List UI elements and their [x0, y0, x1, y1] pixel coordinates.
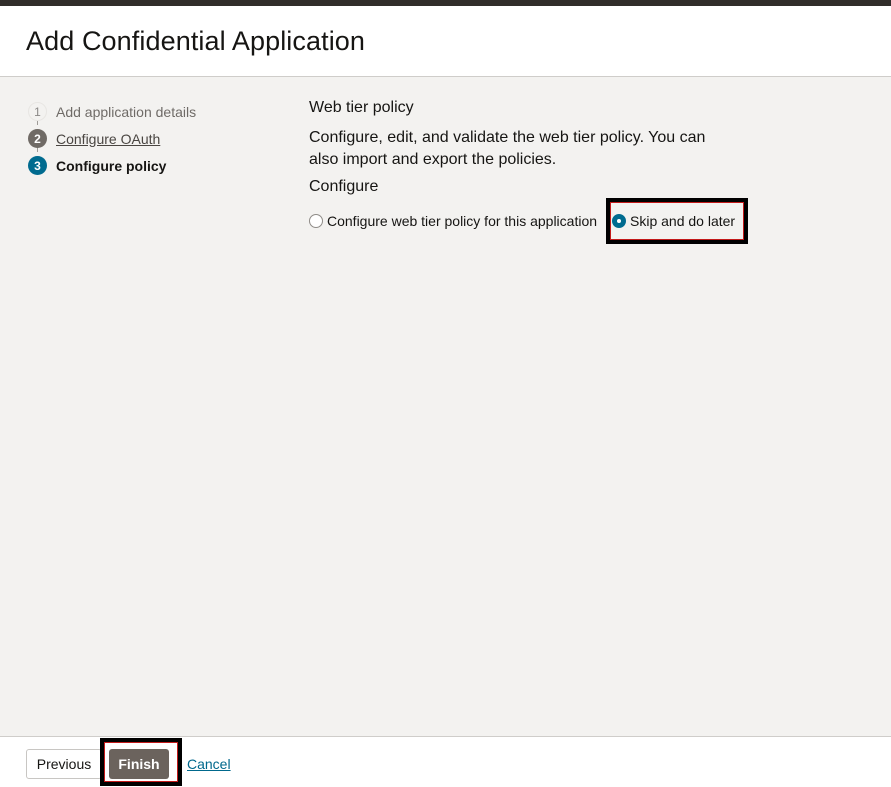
step-label: Add application details [56, 103, 197, 120]
page-title: Add Confidential Application [26, 26, 366, 56]
step-number: 2 [28, 129, 47, 148]
step-add-application-details: 1 Add application details [28, 98, 196, 125]
wizard-footer: Previous Finish Cancel [0, 736, 891, 787]
step-number: 3 [28, 156, 47, 175]
policy-panel: Web tier policy Configure, edit, and val… [309, 99, 869, 244]
step-configure-oauth[interactable]: 2 Configure OAuth [28, 125, 196, 152]
radio-configure-web-tier-policy[interactable]: Configure web tier policy for this appli… [309, 198, 597, 244]
step-number: 1 [28, 102, 47, 121]
wizard-body: 1 Add application details 2 Configure OA… [0, 77, 891, 736]
previous-button[interactable]: Previous [26, 749, 102, 779]
configure-radio-group: Configure web tier policy for this appli… [309, 198, 869, 244]
radio-skip-and-do-later[interactable]: Skip and do later [612, 198, 735, 244]
radio-label: Skip and do later [630, 213, 736, 229]
step-configure-policy: 3 Configure policy [28, 152, 196, 179]
radio-checked-icon[interactable] [612, 214, 626, 228]
wizard-steps: 1 Add application details 2 Configure OA… [28, 98, 196, 179]
finish-button[interactable]: Finish [109, 749, 169, 779]
step-link-configure-oauth[interactable]: Configure OAuth [56, 131, 160, 147]
radio-unchecked-icon[interactable] [309, 214, 323, 228]
radio-label: Configure web tier policy for this appli… [327, 213, 598, 229]
cancel-link[interactable]: Cancel [187, 756, 231, 772]
section-title: Web tier policy [309, 99, 414, 116]
step-label: Configure policy [56, 157, 167, 174]
section-description: Configure, edit, and validate the web ti… [309, 129, 706, 168]
radio-group-label: Configure [309, 178, 379, 195]
page-header: Add Confidential Application [0, 6, 891, 77]
